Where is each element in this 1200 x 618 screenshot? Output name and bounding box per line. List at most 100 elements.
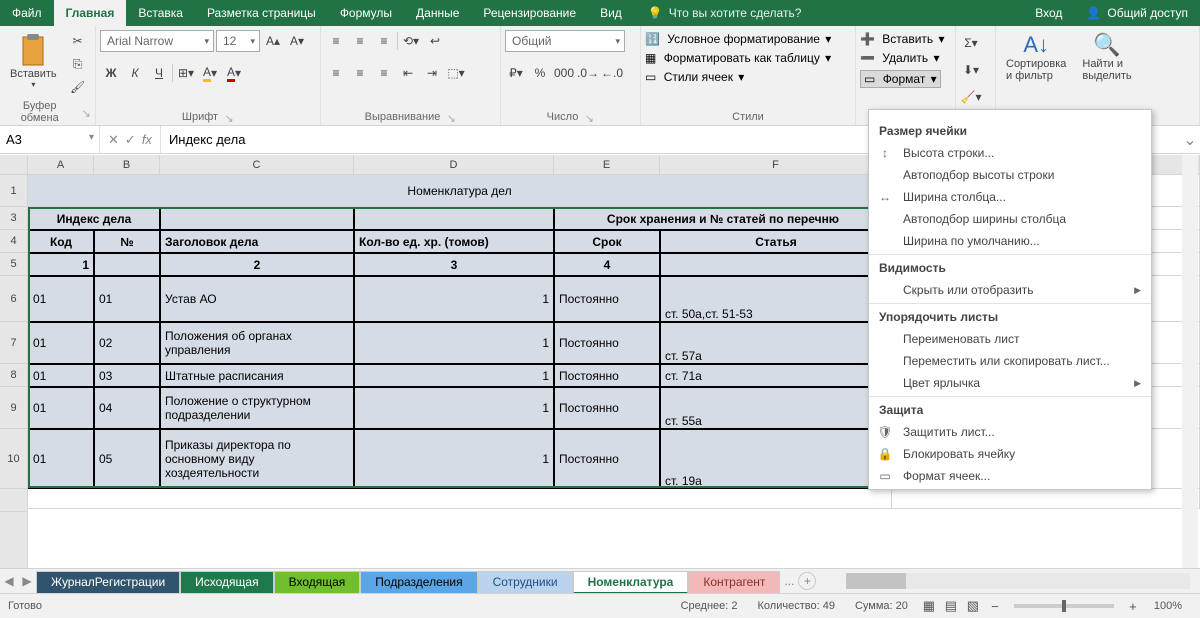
sheet-tab-Контрагент[interactable]: Контрагент <box>688 571 780 594</box>
tab-nav-prev[interactable]: ◀ <box>0 574 18 588</box>
cancel-icon[interactable]: ✕ <box>108 132 119 148</box>
merge-button[interactable]: ⬚▾ <box>445 62 467 84</box>
outdent-button[interactable]: ⇤ <box>397 62 419 84</box>
tab-formulas[interactable]: Формулы <box>328 0 404 26</box>
menu-default-width[interactable]: Ширина по умолчанию... <box>869 230 1151 252</box>
conditional-formatting-button[interactable]: 🔢 Условное форматирование ▾ <box>645 32 831 46</box>
new-sheet-button[interactable]: + <box>798 572 816 590</box>
delete-cells-button[interactable]: ➖ Удалить ▾ <box>860 51 939 65</box>
tab-insert[interactable]: Вставка <box>126 0 195 26</box>
increase-decimal-button[interactable]: .0→ <box>577 62 599 84</box>
copy-button[interactable]: ⎘ <box>67 53 89 75</box>
format-painter-button[interactable]: 🖌 <box>67 76 89 98</box>
menu-tab-color[interactable]: Цвет ярлычка▶ <box>869 372 1151 394</box>
select-all-corner[interactable] <box>0 155 27 175</box>
zoom-level[interactable]: 100% <box>1144 600 1192 612</box>
dialog-launcher-icon[interactable]: ↘ <box>584 112 594 122</box>
tab-nav-next[interactable]: ▶ <box>18 574 36 588</box>
menu-protect-sheet[interactable]: 🛡Защитить лист... <box>869 421 1151 443</box>
align-middle-button[interactable]: ≡ <box>349 30 371 52</box>
underline-button[interactable]: Ч <box>148 62 170 84</box>
font-name-select[interactable]: Arial Narrow <box>100 30 214 52</box>
comma-button[interactable]: 000 <box>553 62 575 84</box>
format-as-table-button[interactable]: ▦ Форматировать как таблицу ▾ <box>645 51 831 65</box>
login-button[interactable]: Вход <box>1023 0 1074 26</box>
share-button[interactable]: 👤Общий доступ <box>1074 0 1200 26</box>
zoom-slider[interactable] <box>1014 604 1114 608</box>
insert-cells-button[interactable]: ➕ Вставить ▾ <box>860 32 945 46</box>
sheet-tab-Исходящая[interactable]: Исходящая <box>180 571 273 594</box>
tab-file[interactable]: Файл <box>0 0 54 26</box>
tab-review[interactable]: Рецензирование <box>471 0 588 26</box>
align-center-button[interactable]: ≡ <box>349 62 371 84</box>
italic-button[interactable]: К <box>124 62 146 84</box>
menu-lock-cell[interactable]: 🔒Блокировать ячейку <box>869 443 1151 465</box>
accounting-button[interactable]: ₽▾ <box>505 62 527 84</box>
clear-button[interactable]: 🧹▾ <box>960 86 982 108</box>
dialog-launcher-icon[interactable]: ↘ <box>446 112 456 122</box>
find-icon: 🔍 <box>1093 32 1120 58</box>
sheet-tab-ЖурналРегистрации[interactable]: ЖурналРегистрации <box>36 571 180 594</box>
tell-me[interactable]: 💡Что вы хотите сделать? <box>634 0 816 26</box>
align-bottom-button[interactable]: ≡ <box>373 30 395 52</box>
cell-styles-button[interactable]: ▭ Стили ячеек ▾ <box>645 70 744 84</box>
bold-button[interactable]: Ж <box>100 62 122 84</box>
dialog-launcher-icon[interactable]: ↘ <box>224 112 234 122</box>
menu-autofit-row[interactable]: Автоподбор высоты строки <box>869 164 1151 186</box>
title-cell[interactable]: Номенклатура дел <box>28 175 892 207</box>
paste-button[interactable]: Вставить▾ <box>4 30 63 91</box>
autosum-button[interactable]: Σ▾ <box>960 32 982 54</box>
menu-autofit-col[interactable]: Автоподбор ширины столбца <box>869 208 1151 230</box>
view-normal-icon[interactable]: ▦ <box>918 598 940 614</box>
sheet-tab-Номенклатура[interactable]: Номенклатура <box>573 571 689 594</box>
expand-formula-icon[interactable]: ⌄ <box>1180 126 1200 153</box>
view-pagebreak-icon[interactable]: ▧ <box>962 598 984 614</box>
styles-icon: ▭ <box>645 70 656 84</box>
menu-rename-sheet[interactable]: Переименовать лист <box>869 328 1151 350</box>
align-right-button[interactable]: ≡ <box>373 62 395 84</box>
number-format-select[interactable]: Общий <box>505 30 625 52</box>
find-select-button[interactable]: 🔍Найти и выделить <box>1076 30 1137 84</box>
align-top-button[interactable]: ≡ <box>325 30 347 52</box>
row-headers[interactable]: 1 3 4 5 6 7 8 9 10 <box>0 155 28 568</box>
tab-home[interactable]: Главная <box>54 0 127 26</box>
enter-icon[interactable]: ✓ <box>125 132 136 148</box>
fx-icon[interactable]: fx <box>142 132 152 147</box>
menu-hide-unhide[interactable]: Скрыть или отобразить▶ <box>869 279 1151 301</box>
sheet-tab-Подразделения[interactable]: Подразделения <box>360 571 477 594</box>
vertical-scrollbar[interactable] <box>1182 155 1198 568</box>
zoom-in-button[interactable]: + <box>1122 599 1144 614</box>
tab-data[interactable]: Данные <box>404 0 471 26</box>
shrink-font-button[interactable]: A▾ <box>286 30 308 52</box>
lock-icon: 🔒 <box>877 446 893 462</box>
sheet-tab-Сотрудники[interactable]: Сотрудники <box>478 571 573 594</box>
tabs-more[interactable]: ... <box>780 574 798 588</box>
sheet-tab-Входящая[interactable]: Входящая <box>274 571 361 594</box>
borders-button[interactable]: ⊞▾ <box>175 62 197 84</box>
menu-row-height[interactable]: ↕Высота строки... <box>869 142 1151 164</box>
menu-move-copy[interactable]: Переместить или скопировать лист... <box>869 350 1151 372</box>
align-left-button[interactable]: ≡ <box>325 62 347 84</box>
menu-col-width[interactable]: ↔Ширина столбца... <box>869 186 1151 208</box>
font-color-button[interactable]: А▾ <box>223 62 245 84</box>
cut-button[interactable]: ✂ <box>67 30 89 52</box>
font-size-select[interactable]: 12 <box>216 30 260 52</box>
orientation-button[interactable]: ⟲▾ <box>400 30 422 52</box>
dialog-launcher-icon[interactable]: ↘ <box>81 107 91 117</box>
sort-filter-button[interactable]: A↓Сортировка и фильтр <box>1000 30 1072 84</box>
percent-button[interactable]: % <box>529 62 551 84</box>
tab-view[interactable]: Вид <box>588 0 634 26</box>
decrease-decimal-button[interactable]: ←.0 <box>601 62 623 84</box>
zoom-out-button[interactable]: − <box>984 599 1006 614</box>
horizontal-scrollbar[interactable] <box>846 573 1190 589</box>
format-cells-button[interactable]: ▭ Формат ▾ <box>860 70 941 88</box>
grow-font-button[interactable]: A▴ <box>262 30 284 52</box>
view-layout-icon[interactable]: ▤ <box>940 598 962 614</box>
fill-color-button[interactable]: А▾ <box>199 62 221 84</box>
wrap-text-button[interactable]: ↩ <box>424 30 446 52</box>
name-box[interactable] <box>0 126 99 153</box>
fill-button[interactable]: ⬇▾ <box>960 59 982 81</box>
indent-button[interactable]: ⇥ <box>421 62 443 84</box>
menu-format-cells[interactable]: ▭Формат ячеек... <box>869 465 1151 487</box>
tab-layout[interactable]: Разметка страницы <box>195 0 328 26</box>
